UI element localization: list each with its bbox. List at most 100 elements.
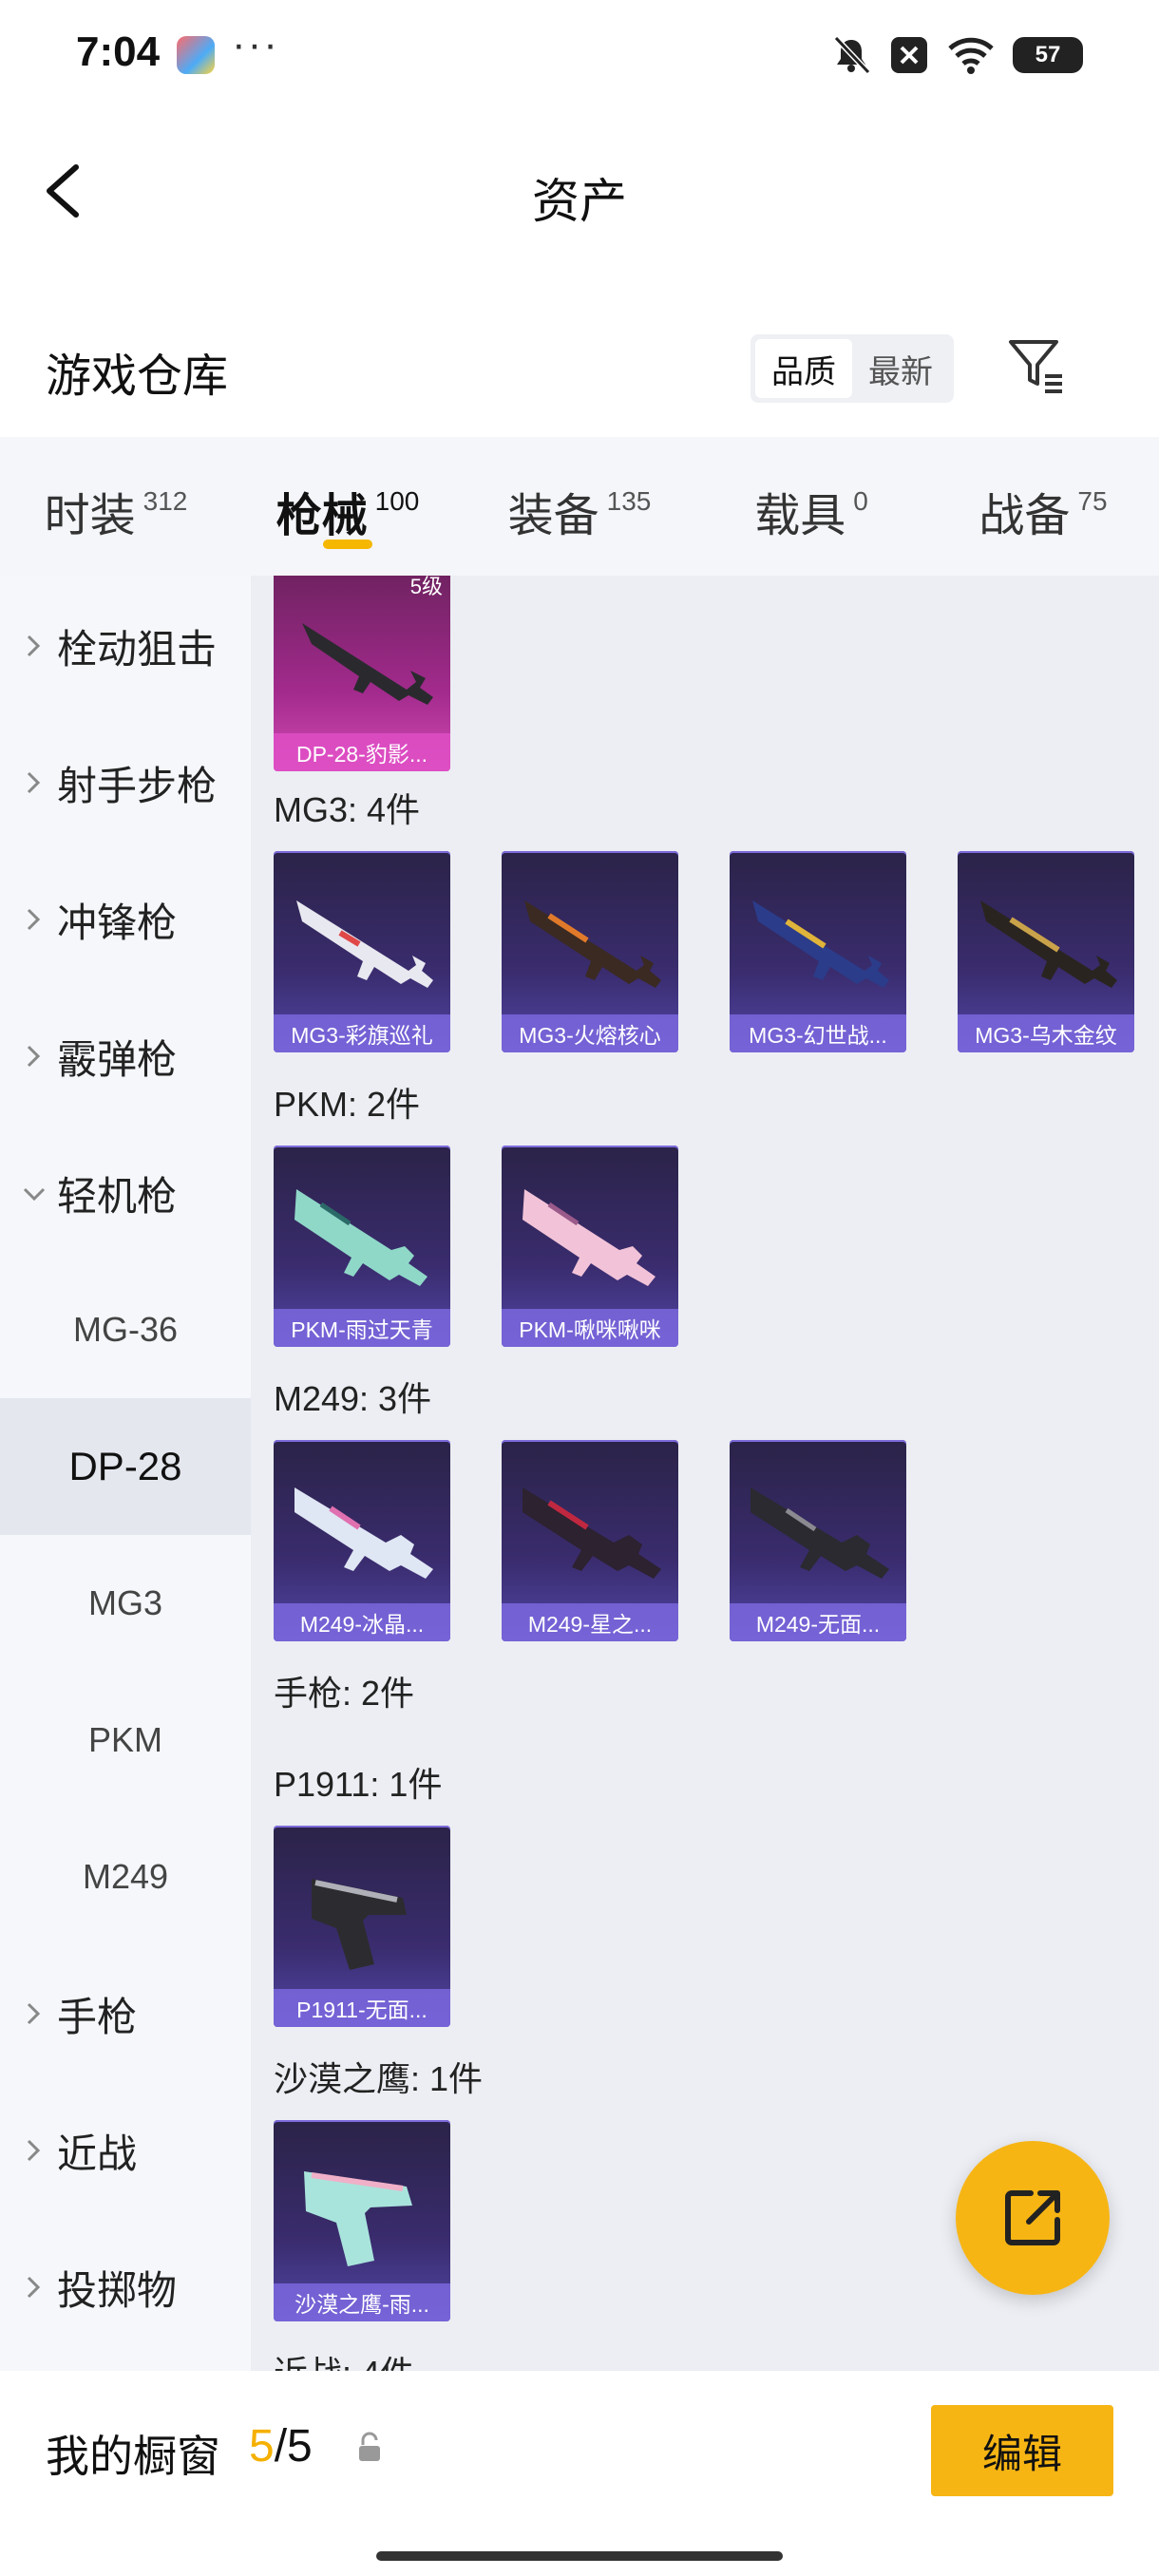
- group-label: P1911: 1件: [274, 1765, 443, 1804]
- weapon-card[interactable]: PKM-雨过天青: [274, 1146, 450, 1347]
- tab-fashion[interactable]: 时装 312: [0, 437, 232, 576]
- machine-gun-icon: [522, 1189, 656, 1286]
- weapon-card[interactable]: P1911-无面...: [274, 1826, 450, 2027]
- weapon-card[interactable]: M249-无面...: [730, 1440, 906, 1641]
- tab-tactical-gear[interactable]: 战备 75: [927, 437, 1159, 576]
- share-external-icon: [1005, 2190, 1060, 2245]
- weapon-card-caption: 沙漠之鹰-雨...: [274, 2283, 450, 2321]
- weapon-card[interactable]: M249-冰晶...: [274, 1440, 450, 1641]
- chevron-down-icon: [23, 1187, 46, 1202]
- tab-vehicles[interactable]: 载具 0: [695, 437, 927, 576]
- weapon-card[interactable]: 5级 DP-28-豹影...: [274, 576, 450, 771]
- sidebar-item-pistol[interactable]: 手枪: [0, 1945, 251, 2082]
- weapon-card[interactable]: 沙漠之鹰-雨...: [274, 2120, 450, 2321]
- warehouse-header: 游戏仓库 品质 最新: [0, 285, 1159, 437]
- sidebar-item-throwable[interactable]: 投掷物: [0, 2219, 251, 2356]
- sidebar-item-mg36[interactable]: MG-36: [0, 1261, 251, 1398]
- weapon-card[interactable]: PKM-啾咪啾咪: [502, 1146, 678, 1347]
- sidebar-item-bolt-sniper[interactable]: 栓动狙击: [0, 578, 251, 714]
- weapon-grid: 5级 DP-28-豹影... MG3: 4件 MG3-彩旗巡礼 MG3-火熔核心…: [251, 576, 1159, 2371]
- machine-gun-icon: [752, 900, 889, 988]
- more-notifications-icon: ···: [232, 21, 279, 67]
- weapon-card-caption: DP-28-豹影...: [274, 733, 450, 771]
- active-tab-indicator: [323, 540, 372, 549]
- page-header: 资产: [0, 110, 1159, 272]
- weapon-card[interactable]: MG3-乌木金纹: [958, 851, 1134, 1052]
- pistol-icon: [304, 2171, 412, 2266]
- tab-label: 战备: [978, 491, 1071, 541]
- showcase-bar: 我的橱窗 5/5 编辑: [0, 2371, 1159, 2576]
- machine-gun-icon: [980, 900, 1117, 988]
- weapon-card[interactable]: MG3-幻世战...: [730, 851, 906, 1052]
- sidebar-item-label: 射手步枪: [57, 763, 218, 808]
- weapon-card-caption: M249-冰晶...: [274, 1603, 450, 1641]
- tab-count: 75: [1077, 486, 1108, 516]
- sidebar-item-label: M249: [82, 1857, 169, 1896]
- machine-gun-icon: [524, 900, 661, 988]
- weapon-category-sidebar: 栓动狙击 射手步枪 冲锋枪 霰弹枪 轻机枪 MG-36 DP-28 MG3 PK…: [0, 576, 251, 2371]
- filter-icon[interactable]: [1005, 334, 1068, 397]
- group-label: PKM: 2件: [274, 1085, 421, 1124]
- weapon-card[interactable]: M249-星之...: [502, 1440, 678, 1641]
- sidebar-item-label: 手枪: [57, 1994, 138, 2039]
- sidebar-item-label: PKM: [87, 1720, 162, 1759]
- home-indicator[interactable]: [376, 2551, 783, 2561]
- sidebar-item-label: 近战: [57, 2131, 138, 2176]
- chevron-right-icon: [27, 908, 41, 931]
- sidebar-item-shotgun[interactable]: 霰弹枪: [0, 988, 251, 1125]
- status-time: 7:04: [76, 28, 161, 75]
- sidebar-item-dp28[interactable]: DP-28: [0, 1398, 251, 1535]
- showcase-total: 5: [287, 2421, 313, 2472]
- warehouse-title: 游戏仓库: [46, 351, 229, 402]
- pistol-icon: [312, 1879, 407, 1970]
- mute-bell-icon: [833, 35, 871, 75]
- battery-icon: 57: [1013, 37, 1083, 73]
- sidebar-item-label: 轻机枪: [57, 1173, 178, 1219]
- chevron-right-icon: [27, 2002, 41, 2025]
- sidebar-item-melee[interactable]: 近战: [0, 2082, 251, 2219]
- tab-count: 0: [853, 486, 868, 516]
- tab-equipment[interactable]: 装备 135: [464, 437, 695, 576]
- chevron-right-icon: [27, 2276, 41, 2299]
- sidebar-item-pkm[interactable]: PKM: [0, 1672, 251, 1809]
- tab-label: 装备: [507, 491, 599, 541]
- chevron-right-icon: [27, 1045, 41, 1068]
- lmg-icon: [302, 623, 433, 705]
- machine-gun-icon: [296, 900, 433, 988]
- close-notification-icon: [891, 37, 927, 73]
- group-label: M249: 3件: [274, 1379, 432, 1418]
- machine-gun-icon: [294, 1487, 433, 1579]
- tab-label: 枪械: [276, 491, 368, 541]
- share-button[interactable]: [956, 2141, 1110, 2295]
- sidebar-item-mg3[interactable]: MG3: [0, 1535, 251, 1672]
- edit-button[interactable]: 编辑: [931, 2405, 1113, 2496]
- tab-count: 135: [606, 486, 652, 516]
- sort-toggle: 品质 最新: [750, 334, 954, 403]
- sidebar-item-label: 投掷物: [57, 2267, 178, 2313]
- chevron-right-icon: [27, 771, 41, 794]
- showcase-separator: /: [274, 2421, 288, 2472]
- weapon-card-caption: M249-星之...: [502, 1603, 678, 1641]
- sidebar-item-marksman-rifle[interactable]: 射手步枪: [0, 714, 251, 851]
- weapon-card-caption: PKM-雨过天青: [274, 1309, 450, 1347]
- unlock-icon: [359, 2432, 380, 2461]
- machine-gun-icon: [522, 1487, 661, 1579]
- weapon-card[interactable]: MG3-彩旗巡礼: [274, 851, 450, 1052]
- tab-firearms[interactable]: 枪械 100: [232, 437, 464, 576]
- sidebar-item-m249[interactable]: M249: [0, 1809, 251, 1945]
- app-notification-icon: [177, 36, 215, 74]
- weapon-card[interactable]: MG3-火熔核心: [502, 851, 678, 1052]
- wifi-icon: [948, 37, 994, 74]
- weapon-card-caption: MG3-彩旗巡礼: [274, 1014, 450, 1052]
- category-tabs: 时装 312 枪械 100 装备 135 载具 0 战备 75: [0, 437, 1159, 576]
- sidebar-item-lmg[interactable]: 轻机枪: [0, 1125, 251, 1261]
- showcase-current: 5: [249, 2421, 275, 2472]
- sidebar-item-smg[interactable]: 冲锋枪: [0, 851, 251, 988]
- page-title: 资产: [532, 175, 627, 228]
- status-bar: 7:04 ··· 57: [0, 0, 1159, 110]
- tab-count: 100: [374, 486, 420, 516]
- sort-by-quality[interactable]: 品质: [755, 339, 852, 398]
- sort-by-newest[interactable]: 最新: [852, 339, 949, 398]
- showcase-label: 我的橱窗: [46, 2432, 220, 2481]
- weapon-card-caption: MG3-乌木金纹: [958, 1014, 1134, 1052]
